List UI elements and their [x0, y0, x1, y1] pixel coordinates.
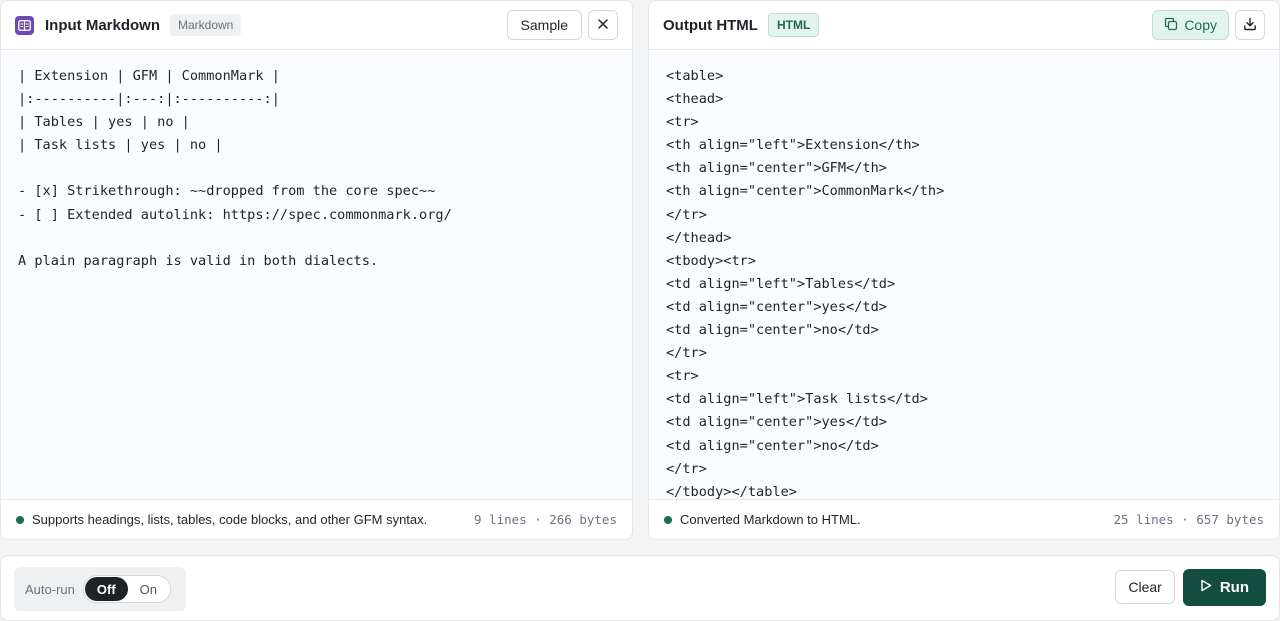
- input-status-text: Supports headings, lists, tables, code b…: [32, 512, 428, 527]
- output-panel-header: Output HTML HTML Copy: [649, 1, 1279, 50]
- autorun-on-option[interactable]: On: [128, 577, 169, 601]
- download-button[interactable]: [1235, 10, 1265, 40]
- run-button-label: Run: [1219, 579, 1249, 596]
- markdown-input-text: | Extension | GFM | CommonMark | |:-----…: [18, 68, 452, 269]
- clear-button[interactable]: Clear: [1115, 570, 1175, 604]
- close-icon: [597, 17, 609, 33]
- output-stats: 25 lines · 657 bytes: [1113, 512, 1264, 527]
- input-stats: 9 lines · 266 bytes: [474, 512, 617, 527]
- autorun-toggle[interactable]: Off On: [82, 575, 171, 603]
- markdown-input-editor[interactable]: | Extension | GFM | CommonMark | |:-----…: [1, 51, 632, 499]
- autorun-off-option[interactable]: Off: [84, 577, 128, 601]
- status-dot-icon: [16, 515, 24, 524]
- output-status-text: Converted Markdown to HTML.: [680, 512, 861, 527]
- download-icon: [1243, 17, 1257, 34]
- autorun-control: Auto-run Off On: [14, 567, 186, 611]
- autorun-label: Auto-run: [25, 581, 75, 597]
- output-panel-title: Output HTML: [663, 16, 758, 34]
- input-panel-header: Input Markdown Markdown Sample: [1, 1, 632, 50]
- input-panel-title: Input Markdown: [45, 16, 160, 34]
- html-output-viewer[interactable]: <table> <thead> <tr> <th align="left">Ex…: [649, 51, 1279, 499]
- input-panel-footer: Supports headings, lists, tables, code b…: [1, 499, 632, 539]
- output-panel: Output HTML HTML Copy <table> <thead> <t…: [648, 0, 1280, 540]
- action-bar: Auto-run Off On Clear Run: [0, 555, 1280, 621]
- html-output-text: <table> <thead> <tr> <th align="left">Ex…: [666, 68, 945, 499]
- copy-button-label: Copy: [1184, 17, 1217, 33]
- editor-panels: Input Markdown Markdown Sample | Extensi…: [0, 0, 1280, 541]
- copy-icon: [1164, 17, 1178, 34]
- copy-button[interactable]: Copy: [1152, 10, 1229, 40]
- output-panel-footer: Converted Markdown to HTML. 25 lines · 6…: [649, 499, 1279, 539]
- output-format-badge: HTML: [767, 13, 820, 37]
- clear-input-button[interactable]: [588, 10, 618, 40]
- sample-button[interactable]: Sample: [506, 10, 582, 40]
- input-format-badge: Markdown: [170, 14, 242, 36]
- markdown-app-icon: [15, 15, 34, 35]
- play-icon: [1200, 579, 1212, 596]
- input-panel: Input Markdown Markdown Sample | Extensi…: [0, 0, 633, 540]
- status-dot-icon: [664, 515, 672, 524]
- run-button[interactable]: Run: [1182, 569, 1266, 606]
